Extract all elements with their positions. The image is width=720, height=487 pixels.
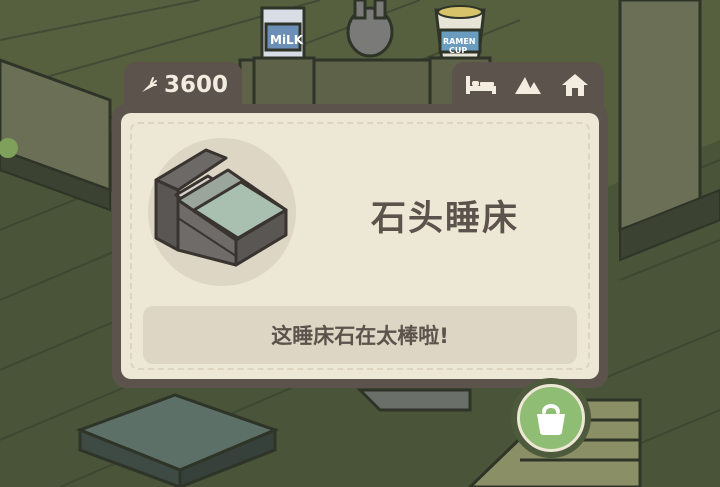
item-name: 石头睡床 [370,199,519,239]
tab-outdoor[interactable] [509,68,547,102]
svg-text:CUP: CUP [449,46,467,55]
tab-bed[interactable] [462,68,500,102]
currency-display: 3600 [124,62,242,108]
item-description-box: 这睡床石在太棒啦! [143,306,577,364]
svg-text:RAMEN: RAMEN [443,37,475,46]
category-tabs [452,62,604,108]
bed-icon [466,76,497,94]
tab-home[interactable] [556,68,594,102]
currency-amount: 3600 [163,72,228,98]
svg-text:MiLK: MiLK [270,33,304,47]
shopping-bag-icon [537,404,565,435]
buy-button[interactable] [511,378,591,458]
stone-bed-image [154,148,288,267]
mountain-icon [514,77,541,94]
item-description: 这睡床石在太棒啦! [271,324,449,348]
house-icon [561,74,588,96]
buy-button-face [517,384,585,452]
carrot-icon [141,77,157,92]
